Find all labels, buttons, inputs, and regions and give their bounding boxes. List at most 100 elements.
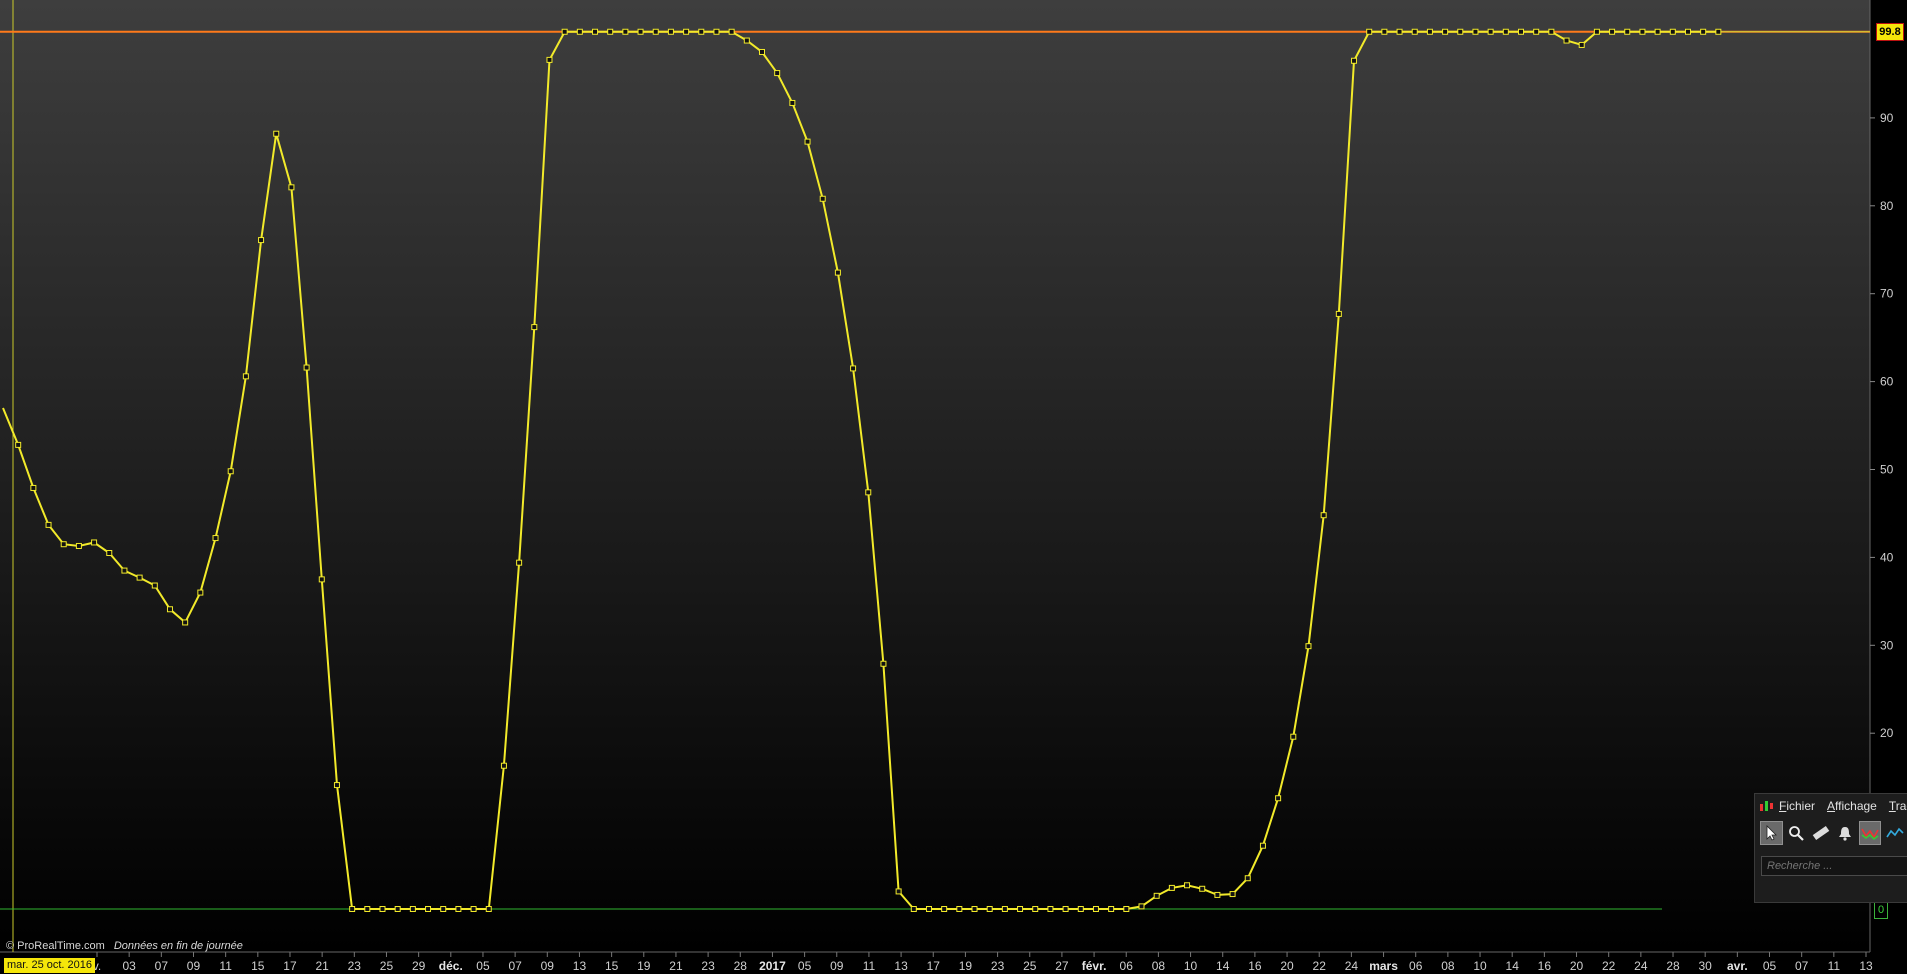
x-tick-label: 07: [508, 959, 522, 973]
x-tick-label: 27: [1055, 959, 1069, 973]
data-point: [1335, 310, 1342, 317]
data-point: [683, 28, 690, 35]
data-point: [895, 888, 902, 895]
data-point: [1229, 891, 1236, 898]
data-point: [971, 906, 978, 912]
data-point: [1442, 28, 1449, 35]
data-point: [45, 521, 52, 528]
x-tick-label: 11: [863, 959, 876, 973]
data-point: [318, 576, 325, 583]
alert-icon[interactable]: [1834, 821, 1857, 845]
x-tick-label: 21: [669, 959, 683, 973]
data-point: [941, 906, 948, 912]
data-point: [1381, 28, 1388, 35]
data-point: [576, 28, 583, 35]
copyright-text: © ProRealTime.com: [6, 940, 105, 952]
data-point: [1624, 28, 1631, 35]
x-tick-label: 07: [155, 959, 169, 973]
x-tick-label: 19: [959, 959, 973, 973]
x-tick-label: 13: [573, 959, 587, 973]
x-tick-label: 11: [1828, 959, 1841, 973]
indicator-icon-2[interactable]: [1883, 821, 1906, 845]
search-input[interactable]: [1761, 856, 1907, 876]
data-point: [1715, 28, 1722, 35]
y-tick-label: 80: [1880, 199, 1894, 213]
data-point: [1032, 906, 1039, 912]
data-point: [1047, 906, 1054, 912]
data-frequency-note: Données en fin de journée: [113, 940, 243, 952]
menu-affichage[interactable]: Affichage: [1827, 799, 1877, 813]
x-tick-label: 25: [1023, 959, 1037, 973]
data-point: [1563, 37, 1570, 44]
data-point: [182, 619, 189, 626]
data-point: [850, 365, 857, 372]
data-point: [592, 28, 599, 35]
data-point: [1168, 884, 1175, 891]
x-tick-label: 14: [1506, 959, 1520, 973]
x-tick-label: 05: [476, 959, 490, 973]
data-point: [379, 906, 386, 912]
data-point: [546, 56, 553, 63]
data-point: [1700, 28, 1707, 35]
data-point: [865, 489, 872, 496]
data-point: [774, 70, 781, 77]
data-point: [1290, 733, 1297, 740]
x-tick-label: 25: [380, 959, 394, 973]
data-point: [303, 364, 310, 371]
data-point: [622, 28, 629, 35]
data-point: [667, 28, 674, 35]
cursor-icon[interactable]: [1760, 821, 1783, 845]
menu-trace[interactable]: Trac: [1889, 799, 1907, 813]
data-point: [1214, 891, 1221, 898]
x-tick-label: 05: [1763, 959, 1777, 973]
x-tick-label: 23: [348, 959, 362, 973]
x-tick-label: févr.: [1082, 959, 1107, 973]
data-point: [1001, 906, 1008, 912]
x-tick-label: 29: [412, 959, 426, 973]
x-tick-label: 22: [1602, 959, 1616, 973]
data-point: [607, 28, 614, 35]
data-point: [789, 99, 796, 106]
data-point: [834, 269, 841, 276]
data-point: [136, 574, 143, 581]
y-tick-label: 60: [1880, 375, 1894, 389]
data-point: [910, 906, 917, 912]
data-point: [242, 373, 249, 380]
data-point: [1396, 28, 1403, 35]
data-point: [364, 906, 371, 912]
x-tick-label: 17: [927, 959, 941, 973]
x-tick-label: 24: [1634, 959, 1648, 973]
data-point: [1609, 28, 1616, 35]
data-point: [166, 606, 173, 613]
zoom-icon[interactable]: [1785, 821, 1808, 845]
x-tick-label: 11: [219, 959, 232, 973]
data-point: [440, 906, 447, 912]
data-point: [1123, 906, 1130, 912]
data-point: [15, 441, 22, 448]
indicator-icon[interactable]: [1858, 821, 1882, 845]
x-tick-label: 17: [283, 959, 297, 973]
data-point: [531, 324, 538, 331]
menu-fichier[interactable]: Fichier: [1779, 799, 1815, 813]
data-point: [1259, 842, 1266, 849]
x-tick-label: 07: [1795, 959, 1809, 973]
data-point: [1275, 795, 1282, 802]
data-point: [288, 184, 295, 191]
data-point: [258, 237, 265, 244]
x-tick-label: 13: [894, 959, 908, 973]
y-tick-label: 70: [1880, 287, 1894, 301]
data-point: [333, 782, 340, 789]
data-point: [91, 539, 98, 546]
ruler-icon[interactable]: [1809, 821, 1832, 845]
x-tick-label: 09: [541, 959, 555, 973]
x-tick-label: 10: [1184, 959, 1198, 973]
data-point: [1578, 41, 1585, 48]
data-point: [1411, 28, 1418, 35]
toolbar-menu: Fichier Affichage Trac: [1755, 794, 1907, 818]
data-point: [986, 906, 993, 912]
data-point: [1654, 28, 1661, 35]
x-tick-label: 05: [798, 959, 812, 973]
x-tick-label: 24: [1345, 959, 1359, 973]
chart-canvas: 2030405060708090 v. 03 07 09 11 15 17 21 23 25 29 d…: [0, 0, 1907, 974]
data-point: [728, 28, 735, 35]
